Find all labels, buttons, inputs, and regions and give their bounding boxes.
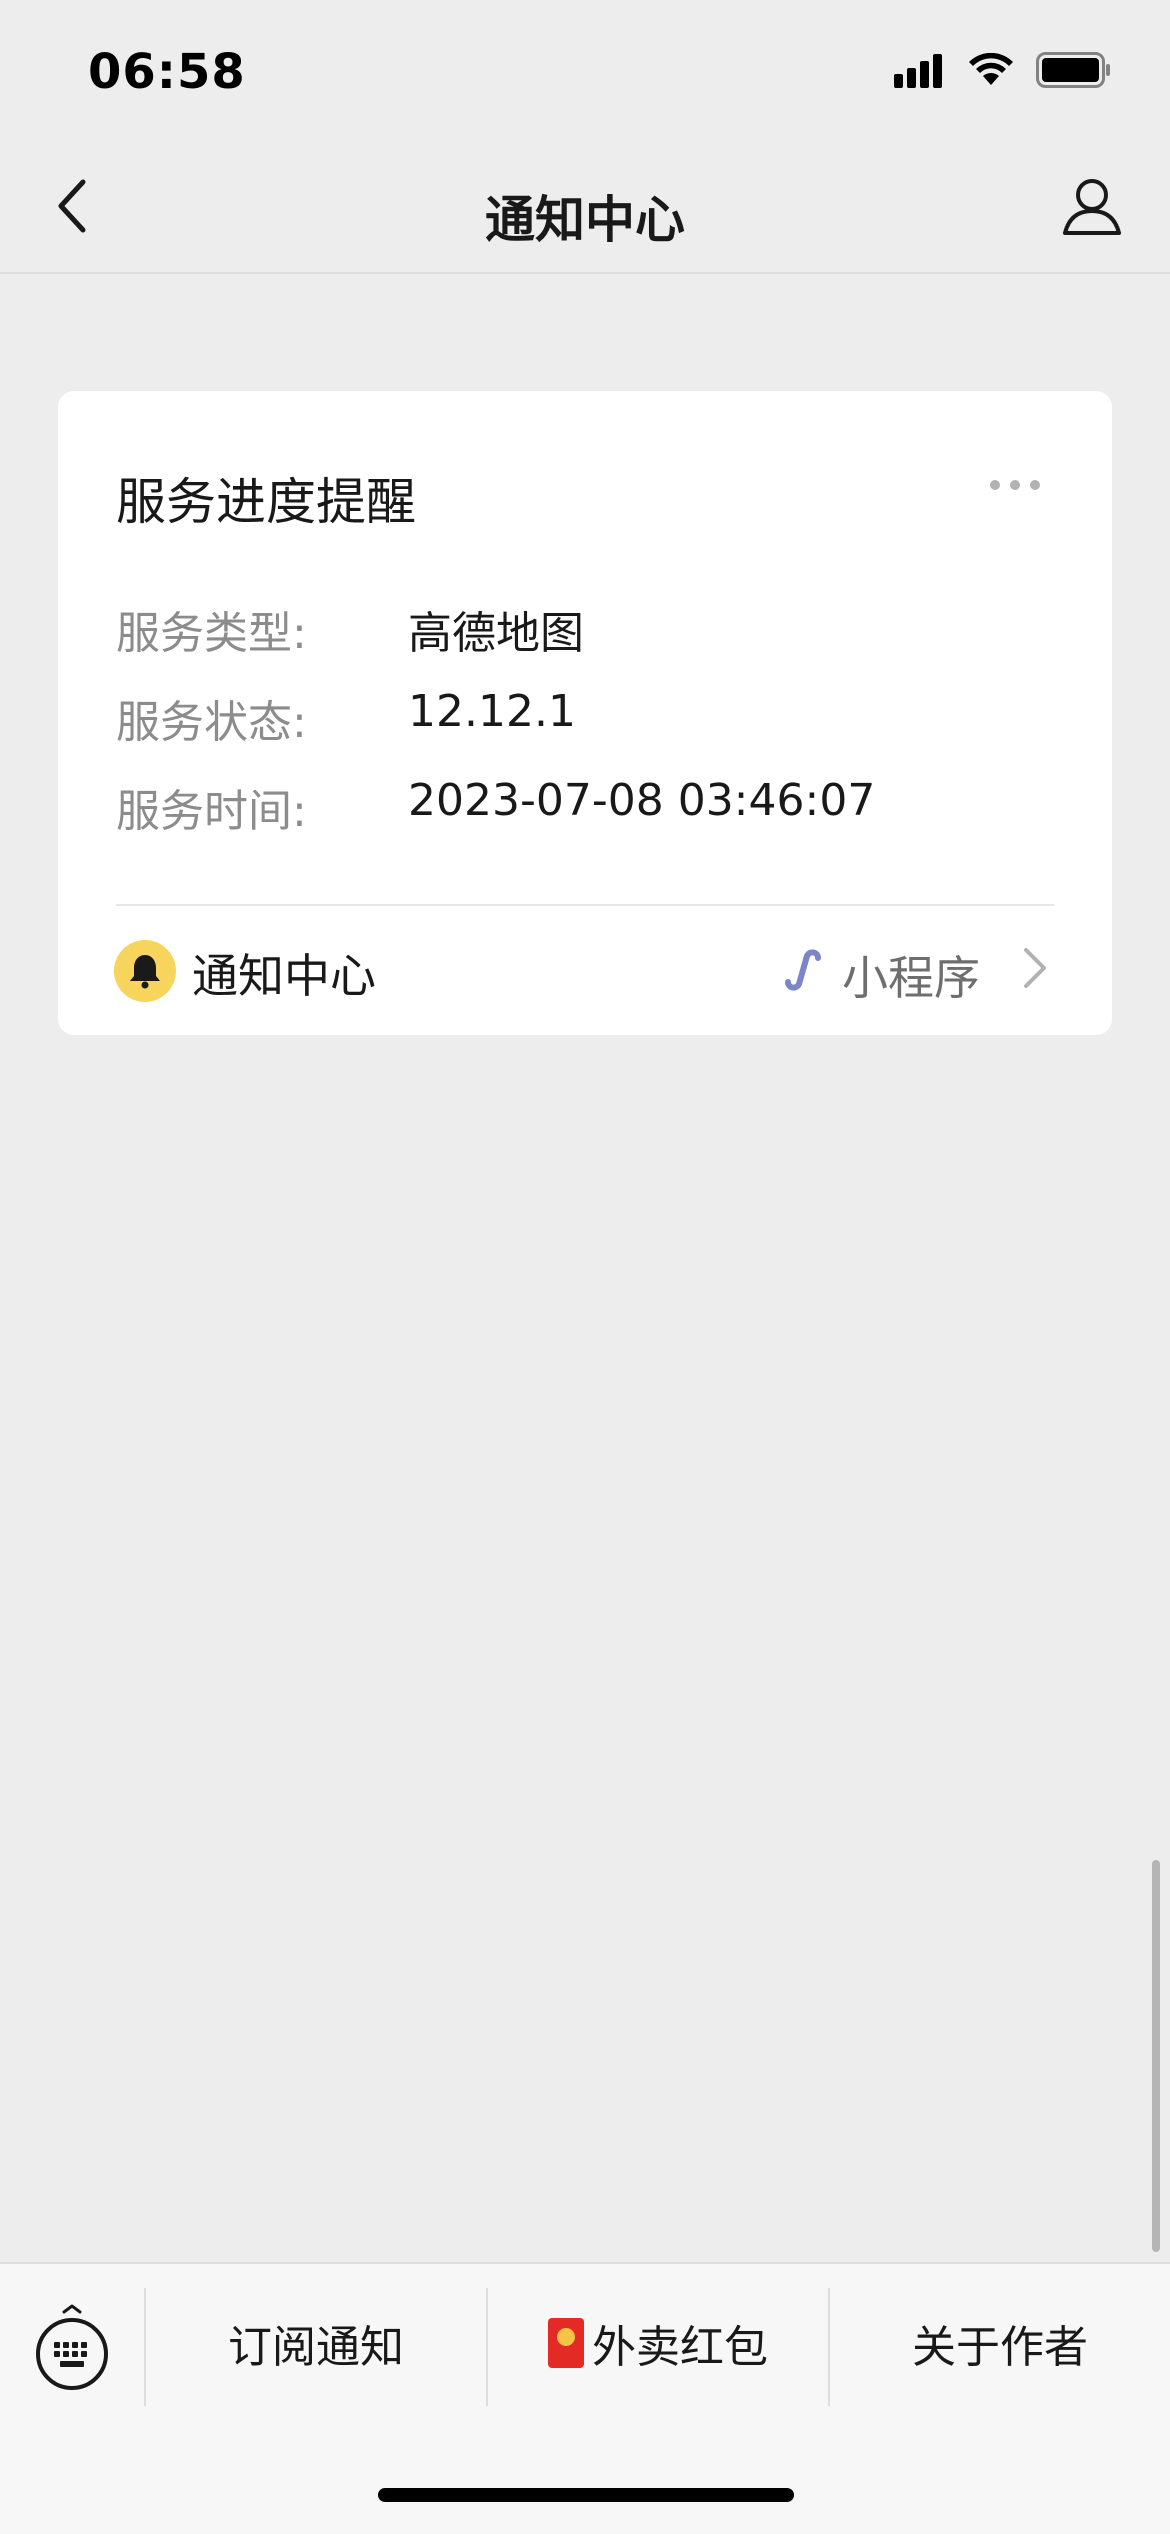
battery-icon: [1036, 52, 1110, 88]
keyboard-icon: [36, 2304, 108, 2390]
red-packet-icon: [548, 2318, 584, 2368]
nav-bar: 通知中心: [0, 140, 1170, 274]
status-bar: 06:58: [0, 0, 1170, 140]
ellipsis-dot: [1030, 480, 1040, 490]
field-value: 高德地图: [408, 608, 584, 659]
field-label: 服务类型:: [116, 608, 307, 659]
card-divider: [116, 904, 1054, 906]
mini-program-link-icon: [785, 949, 821, 991]
source-avatar: [114, 940, 176, 1002]
home-indicator[interactable]: [378, 2488, 794, 2502]
field-value: 12.12.1: [408, 686, 576, 737]
person-icon: [1063, 179, 1121, 235]
mini-program-label: 小程序: [842, 951, 980, 1005]
status-time: 06:58: [88, 44, 246, 100]
field-label: 服务时间:: [116, 786, 307, 837]
field-value: 2023-07-08 03:46:07: [408, 775, 876, 826]
menu-item-subscribe[interactable]: 订阅通知: [146, 2308, 486, 2378]
profile-button[interactable]: [1058, 172, 1126, 240]
menu-item-red-packet[interactable]: 外卖红包: [488, 2308, 828, 2378]
scrollbar[interactable]: [1152, 1860, 1160, 2252]
bell-icon: [130, 955, 160, 989]
ellipsis-icon: [990, 480, 1000, 490]
card-title: 服务进度提醒: [116, 473, 416, 531]
wifi-icon: [969, 53, 1013, 85]
menu-item-label: 订阅通知: [228, 2322, 404, 2373]
page-title: 通知中心: [485, 191, 685, 249]
card-more-button[interactable]: [990, 480, 1040, 490]
field-label: 服务状态:: [116, 697, 307, 748]
cellular-signal-icon: [894, 52, 946, 88]
menu-item-about-author[interactable]: 关于作者: [830, 2308, 1170, 2378]
chevron-right-icon: [1024, 948, 1046, 988]
notification-card[interactable]: 服务进度提醒 服务类型: 高德地图 服务状态: 12.12.1 服务时间: 20…: [58, 391, 1112, 1035]
status-icons: [894, 52, 1112, 88]
ellipsis-dot: [1010, 480, 1020, 490]
keyboard-toggle-button[interactable]: [34, 2304, 110, 2390]
source-name: 通知中心: [192, 949, 376, 1003]
menu-item-label: 关于作者: [912, 2322, 1088, 2373]
menu-item-label: 外卖红包: [592, 2322, 768, 2373]
